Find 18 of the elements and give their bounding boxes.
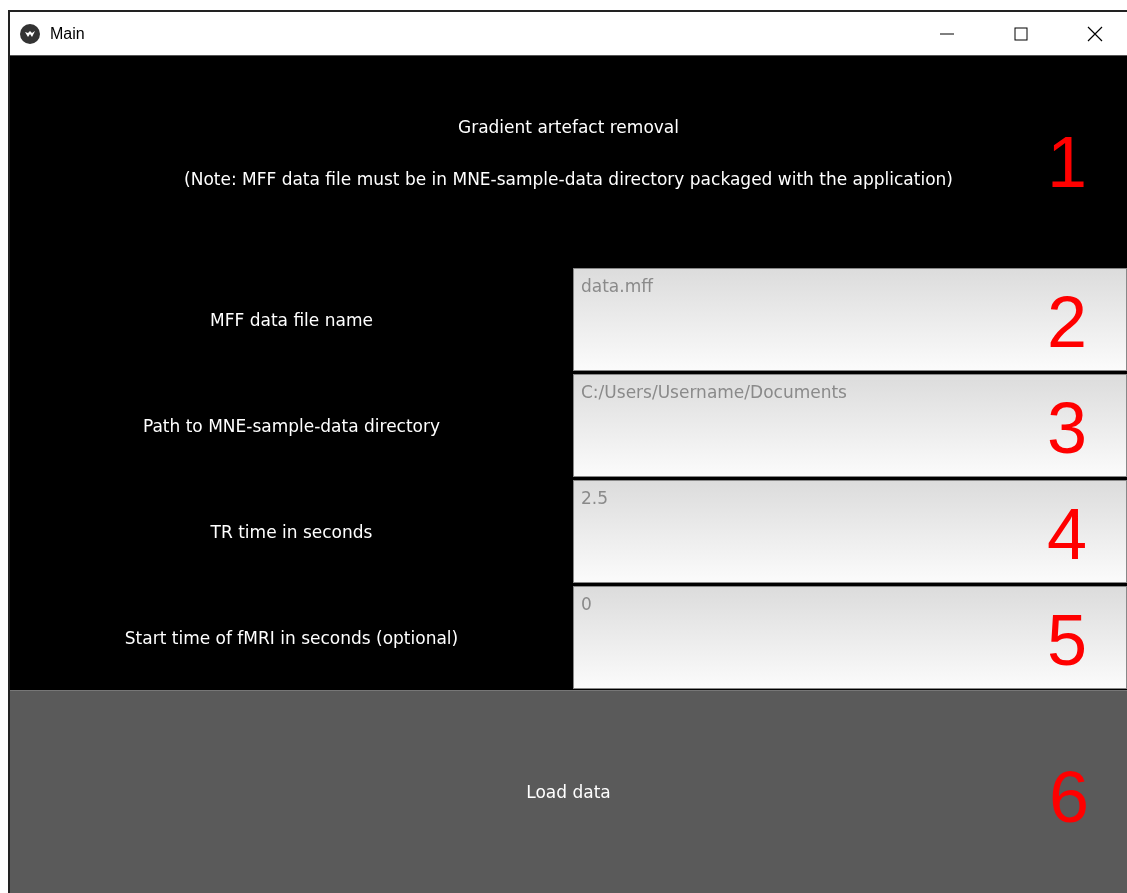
load-data-button[interactable]: Load data 6 [10,690,1127,893]
field-label: TR time in seconds [210,521,373,542]
note-text: (Note: MFF data file must be in MNE-sample-data directory packaged with the application) [184,169,953,189]
app-icon [20,23,40,44]
field-label: Path to MNE-sample-data directory [142,415,441,436]
window-title: Main [50,24,86,43]
step-number: 6 [1048,761,1089,833]
step-number: 1 [1046,126,1087,198]
step-number: 2 [1046,286,1087,358]
field-label: Start time of fMRI in seconds (optional) [124,627,459,648]
maximize-icon [1014,26,1028,41]
step-number: 3 [1046,392,1087,464]
minimize-icon [940,32,954,35]
heading: Gradient artefact removal [458,117,679,137]
field-label: MFF data file name [210,309,373,330]
close-icon [1087,25,1103,42]
step-number: 4 [1046,498,1087,570]
step-number: 5 [1046,604,1087,676]
